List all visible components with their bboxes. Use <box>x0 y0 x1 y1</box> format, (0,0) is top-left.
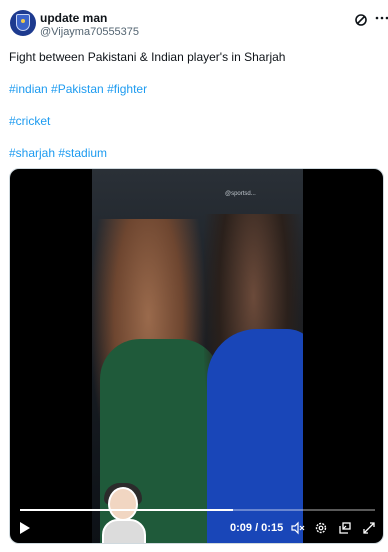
video-progress-fill <box>20 509 233 511</box>
hashtag-line[interactable]: #cricket <box>9 113 50 129</box>
grok-icon[interactable] <box>354 13 368 27</box>
author-handle[interactable]: @Vijayma70555375 <box>40 26 139 38</box>
author-name[interactable]: update man <box>40 11 107 25</box>
avatar[interactable] <box>10 10 36 36</box>
video-watermark: @sportsd... <box>225 191 256 197</box>
more-options-icon[interactable] <box>374 10 388 26</box>
video-controls: 0:09 / 0:15 <box>10 517 383 541</box>
tweet-card: update man @Vijayma70555375 Fight betwee… <box>0 0 388 552</box>
video-player[interactable]: @sportsd... 0:09 / 0:15 <box>9 168 384 544</box>
mute-icon[interactable] <box>290 517 306 539</box>
settings-gear-icon[interactable] <box>313 517 329 539</box>
video-time: 0:09 / 0:15 <box>230 522 284 534</box>
video-progress-bar[interactable] <box>20 509 375 511</box>
play-icon[interactable] <box>16 517 34 539</box>
tweet-text: Fight between Pakistani & Indian player'… <box>9 50 286 64</box>
hashtag-line[interactable]: #sharjah #stadium <box>9 145 107 161</box>
picture-in-picture-icon[interactable] <box>337 517 353 539</box>
hashtag-line[interactable]: #indian #Pakistan #fighter <box>9 81 147 97</box>
fullscreen-icon[interactable] <box>361 517 377 539</box>
tweet-header: update man @Vijayma70555375 <box>10 10 388 42</box>
